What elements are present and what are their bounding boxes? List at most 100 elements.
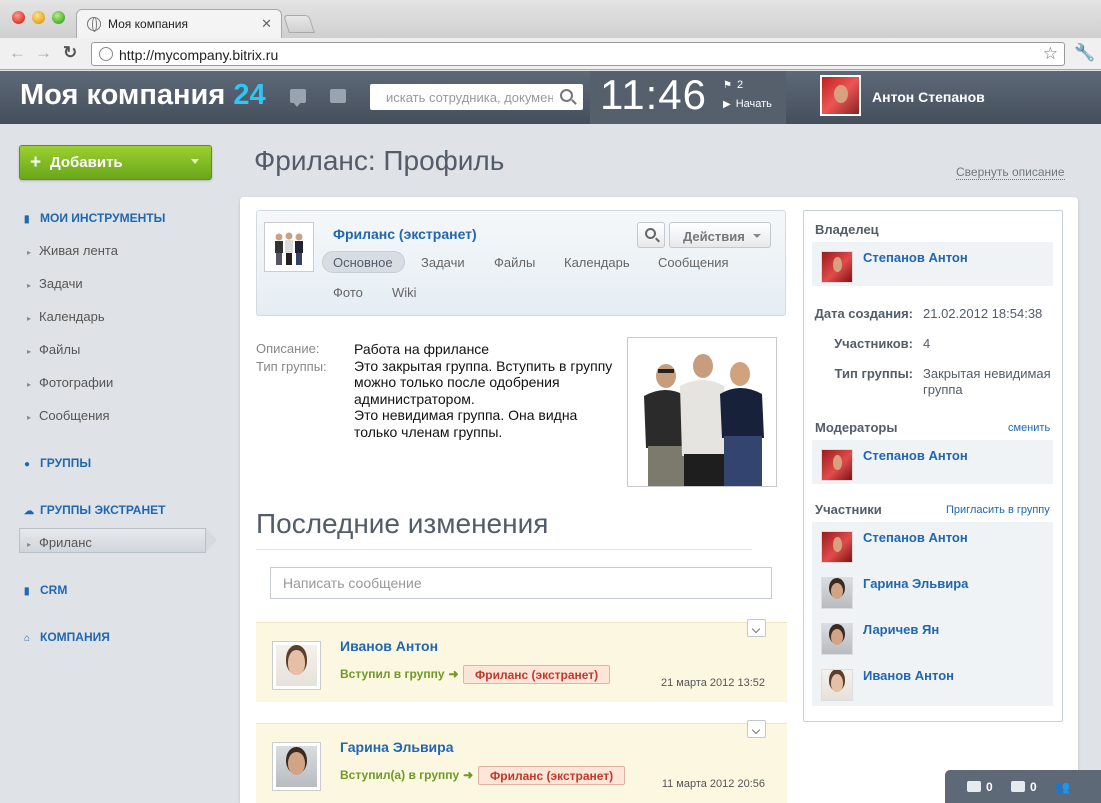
- minimize-window-button[interactable]: [32, 11, 45, 24]
- tab-title: Моя компания: [108, 17, 188, 31]
- bookmark-star-icon[interactable]: ☆: [1043, 44, 1058, 64]
- page-title: Фриланс: Профиль: [254, 145, 505, 176]
- arrow-right-icon: ▸: [27, 347, 32, 356]
- group-description: Работа на фрилансе Это закрытая группа. …: [354, 341, 613, 440]
- start-workday-button[interactable]: ▶ Начать: [723, 98, 772, 110]
- tab-wiki[interactable]: Wiki: [392, 285, 417, 300]
- message-input[interactable]: [270, 567, 772, 599]
- close-window-button[interactable]: [12, 11, 25, 24]
- tab-tasks[interactable]: Задачи: [421, 255, 465, 270]
- sidebar-item-messages[interactable]: ▸ Сообщения: [27, 408, 110, 423]
- new-tab-button[interactable]: [283, 15, 315, 33]
- tab-photo[interactable]: Фото: [333, 285, 363, 300]
- group-photo-icon: [275, 232, 303, 265]
- group-name-link[interactable]: Фриланс (экстранет): [333, 226, 477, 242]
- sidebar-item-freelance[interactable]: ▸ Фриланс: [27, 535, 92, 550]
- messages-counter[interactable]: 0: [967, 780, 993, 794]
- invite-to-group-link[interactable]: Пригласить в группу: [946, 504, 1050, 516]
- flag-icon: ⚑: [723, 80, 732, 91]
- group-photo: [627, 337, 777, 487]
- search-icon: [645, 228, 656, 239]
- home-icon: ⌂: [24, 633, 31, 644]
- collapse-description-link[interactable]: Свернуть описание: [956, 165, 1065, 180]
- arrow-right-icon: ▸: [27, 413, 32, 422]
- member-row[interactable]: Ларичев Ян: [812, 614, 1053, 658]
- member-name-link[interactable]: Гарина Эльвира: [863, 576, 968, 591]
- moderator-row[interactable]: Степанов Антон: [812, 440, 1053, 484]
- tab-messages[interactable]: Сообщения: [658, 255, 729, 270]
- tab-main[interactable]: Основное: [322, 251, 405, 273]
- user-avatar[interactable]: [820, 75, 861, 116]
- member-name-link[interactable]: Степанов Антон: [863, 530, 968, 545]
- reload-icon[interactable]: ↻: [63, 43, 77, 63]
- notifications-icon[interactable]: [330, 89, 346, 103]
- sidebar-item-feed[interactable]: ▸ Живая лента: [27, 243, 118, 258]
- clock-time[interactable]: 11:46: [600, 71, 707, 119]
- sidebar-item-files[interactable]: ▸ Файлы: [27, 342, 80, 357]
- wrench-icon[interactable]: 🔧: [1074, 43, 1095, 63]
- globe-icon: [87, 17, 101, 32]
- owner-name-link[interactable]: Степанов Антон: [863, 250, 968, 265]
- portal-logo[interactable]: Моя компания 24: [20, 79, 266, 112]
- member-name-link[interactable]: Ларичев Ян: [863, 622, 939, 637]
- browser-tab[interactable]: Моя компания ✕: [76, 9, 282, 39]
- moderator-name-link[interactable]: Степанов Антон: [863, 448, 968, 463]
- search-input[interactable]: [370, 84, 553, 110]
- avatar: [821, 623, 853, 655]
- arrow-right-icon: ➜: [463, 768, 474, 782]
- member-row[interactable]: Гарина Эльвира: [812, 568, 1053, 612]
- tasks-counter[interactable]: ⚑ 2: [723, 79, 743, 91]
- tab-calendar[interactable]: Календарь: [564, 255, 630, 270]
- avatar: [821, 577, 853, 609]
- avatar[interactable]: [272, 641, 321, 690]
- change-moderators-link[interactable]: сменить: [1008, 422, 1050, 434]
- plus-icon: +: [30, 152, 42, 173]
- sidebar-section-groups[interactable]: ● Группы: [24, 456, 91, 470]
- notifications-counter[interactable]: 0: [1011, 780, 1037, 794]
- member-row[interactable]: Степанов Антон: [812, 522, 1053, 566]
- tab-files[interactable]: Файлы: [494, 255, 535, 270]
- address-bar[interactable]: http://mycompany.bitrix.ru ☆: [91, 42, 1065, 66]
- sidebar-section-company[interactable]: ⌂ Компания: [24, 630, 110, 644]
- expand-toggle-icon[interactable]: [747, 619, 766, 637]
- sidebar-item-calendar[interactable]: ▸ Календарь: [27, 309, 105, 324]
- sidebar-item-tasks[interactable]: ▸ Задачи: [27, 276, 83, 291]
- cloud-icon: ☁: [24, 506, 34, 517]
- feed-author-link[interactable]: Гарина Эльвира: [340, 739, 454, 755]
- user-name[interactable]: Антон Степанов: [872, 89, 985, 105]
- group-tag-link[interactable]: Фриланс (экстранет): [478, 766, 626, 785]
- expand-toggle-icon[interactable]: [747, 720, 766, 738]
- sidebar-section-tools[interactable]: ▮ Мои инструменты: [24, 211, 165, 225]
- messages-icon[interactable]: [290, 89, 306, 107]
- globe-icon: [99, 47, 113, 61]
- crm-icon: ▮: [24, 586, 30, 597]
- back-icon[interactable]: ←: [9, 43, 26, 63]
- avatar[interactable]: [272, 742, 321, 791]
- url-text[interactable]: http://mycompany.bitrix.ru: [119, 47, 278, 63]
- group-tag-link[interactable]: Фриланс (экстранет): [463, 665, 611, 684]
- sidebar-item-photos[interactable]: ▸ Фотографии: [27, 375, 113, 390]
- owner-row[interactable]: Степанов Антон: [812, 242, 1053, 286]
- maximize-window-button[interactable]: [52, 11, 65, 24]
- member-name-link[interactable]: Иванов Антон: [863, 668, 954, 683]
- close-tab-icon[interactable]: ✕: [261, 16, 272, 32]
- feed-author-link[interactable]: Иванов Антон: [340, 638, 438, 654]
- created-value: 21.02.2012 18:54:38: [923, 306, 1043, 321]
- feed-action-text: Вступил в группу ➜: [340, 667, 459, 681]
- avatar: [821, 531, 853, 563]
- contacts-icon[interactable]: 👥: [1055, 780, 1070, 794]
- forward-icon[interactable]: →: [35, 43, 52, 63]
- search-icon[interactable]: [560, 89, 573, 102]
- arrow-right-icon: ▸: [27, 380, 32, 389]
- actions-button[interactable]: Действия: [669, 222, 771, 248]
- group-search-button[interactable]: [637, 222, 665, 248]
- arrow-right-icon: ▸: [27, 281, 32, 290]
- sidebar-section-crm[interactable]: ▮ CRM: [24, 583, 67, 597]
- feed-date: 21 марта 2012 13:52: [661, 677, 765, 689]
- avatar: [821, 669, 853, 701]
- description-label: Описание:: [256, 341, 320, 356]
- sidebar-section-extranet[interactable]: ☁ Группы экстранет: [24, 503, 165, 517]
- member-row[interactable]: Иванов Антон: [812, 660, 1053, 704]
- add-button[interactable]: + Добавить: [19, 145, 212, 180]
- group-avatar[interactable]: [264, 222, 314, 272]
